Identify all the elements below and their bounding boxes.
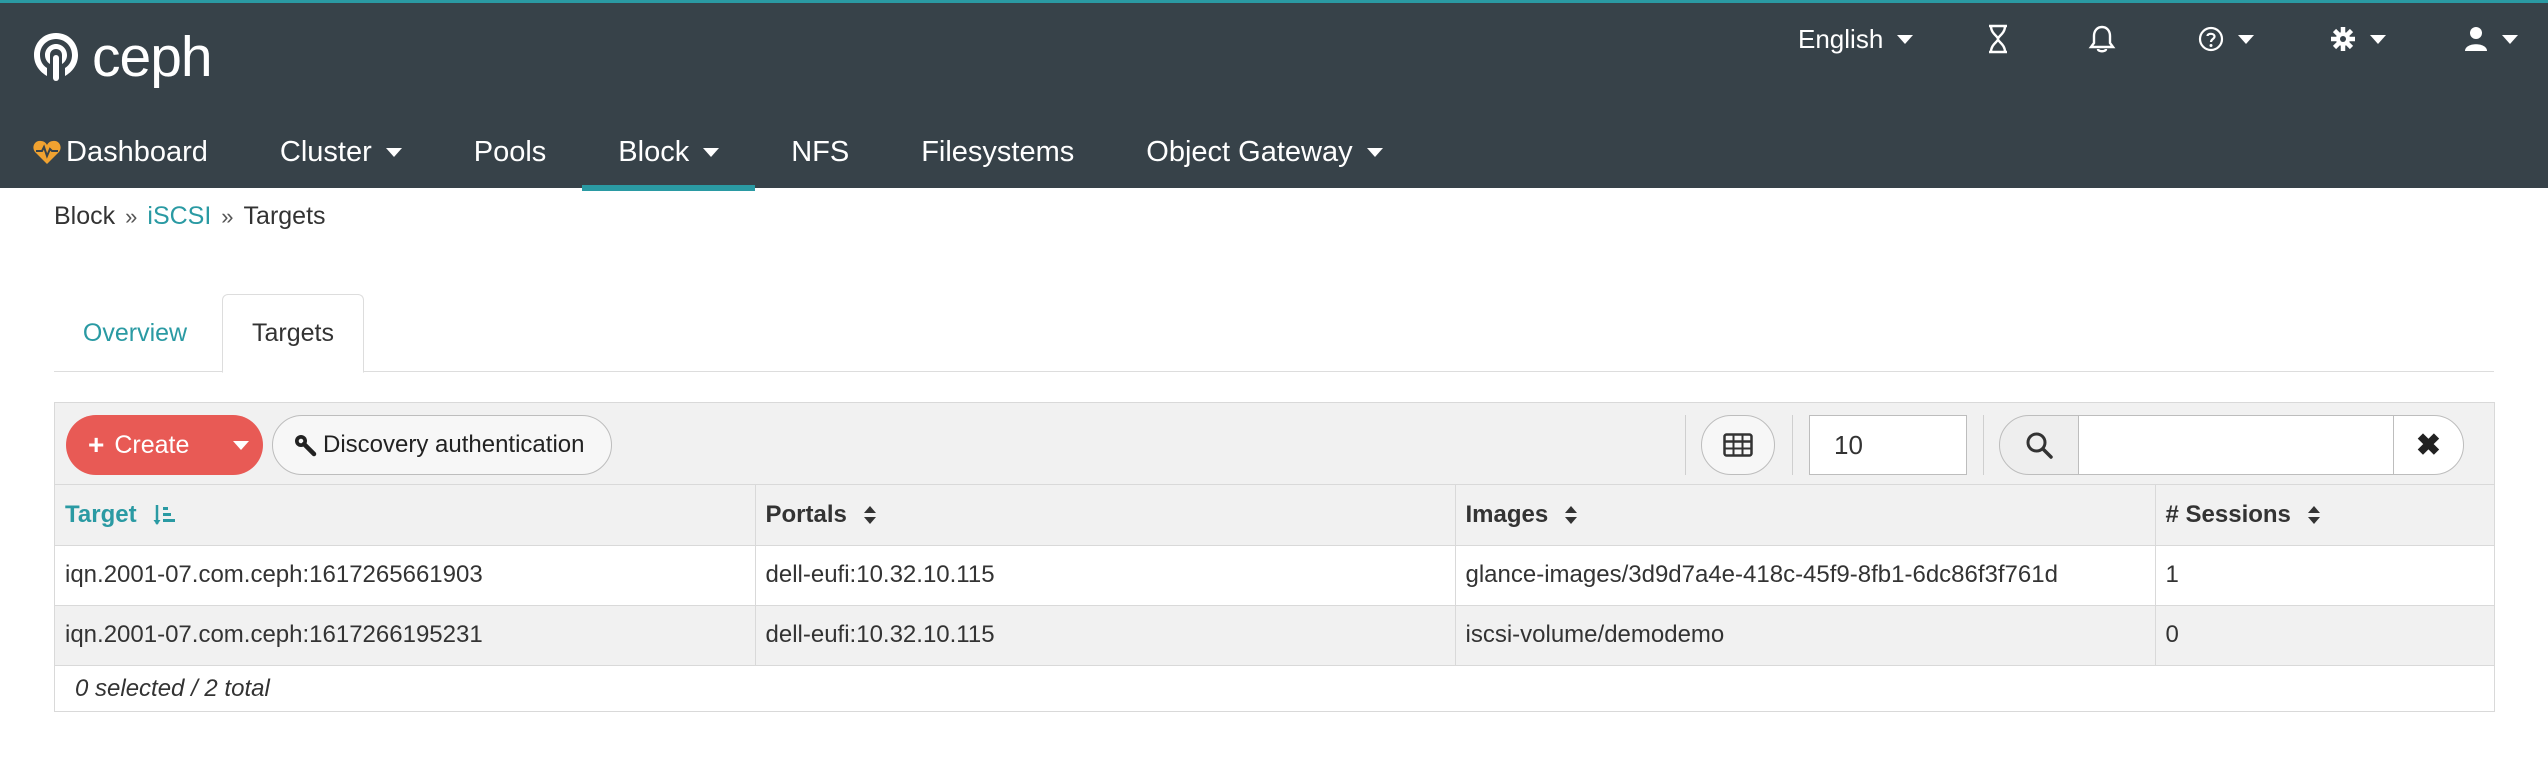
nav-block-label: Block [618,135,690,168]
toolbar-divider [1983,415,1984,475]
gear-icon [2331,27,2355,51]
breadcrumb: Block » iSCSI » Targets [54,202,326,231]
targets-table: Target Portals Images # Sessions iqn.200… [55,485,2494,666]
main-navigation: Dashboard Cluster Pools Block NFS Filesy… [0,113,1419,191]
nav-cluster[interactable]: Cluster [244,113,438,191]
chevron-down-icon [1897,34,1914,44]
tab-overview-label: Overview [82,318,188,347]
cell-portals: dell-eufi:10.32.10.115 [755,605,1456,666]
toolbar-divider [1792,415,1793,475]
table-row[interactable]: iqn.2001-07.com.ceph:1617265661903 dell-… [55,545,2494,606]
nav-filesystems-label: Filesystems [921,135,1075,168]
heartbeat-icon [33,140,61,164]
cell-images: glance-images/3d9d7a4e-418c-45f9-8fb1-6d… [1455,545,2156,606]
nav-dashboard-label: Dashboard [66,135,208,168]
selection-summary: 0 selected / 2 total [75,675,270,702]
cell-images: iscsi-volume/demodemo [1455,605,2156,666]
search-addon [1999,415,2079,475]
search-input[interactable] [2078,415,2394,475]
table-columns-icon [1723,433,1753,457]
create-button[interactable]: + Create [66,415,263,475]
ceph-logo[interactable]: ceph [30,25,213,89]
tab-targets[interactable]: Targets [222,294,364,373]
tab-overview[interactable]: Overview [54,294,216,372]
running-tasks-button[interactable] [1986,17,2010,61]
nav-nfs[interactable]: NFS [755,113,885,191]
column-selector-button[interactable] [1701,415,1775,475]
top-navbar: ceph English Dashboard Cluster Pools Blo… [0,0,2548,191]
column-header-portals[interactable]: Portals [755,485,1456,546]
discovery-authentication-button[interactable]: Discovery authentication [272,415,612,475]
ceph-logo-icon [34,33,78,81]
tab-targets-label: Targets [252,319,334,347]
column-header-label: Portals [765,500,847,528]
cell-sessions: 0 [2155,605,2494,666]
sort-icon [863,505,876,524]
column-header-label: # Sessions [2165,500,2291,528]
plus-icon: + [88,429,105,460]
nav-cluster-label: Cluster [279,135,372,168]
toolbar-divider [1685,415,1686,475]
chevron-down-icon [1366,147,1383,157]
chevron-down-icon [385,147,402,157]
nav-pools[interactable]: Pools [438,113,583,191]
nav-dashboard[interactable]: Dashboard [0,113,244,191]
table-toolbar: + Create Discovery authentication 10 ✖ [55,403,2494,485]
nav-object-gateway[interactable]: Object Gateway [1110,113,1418,191]
sort-icon [2307,505,2320,524]
column-header-sessions[interactable]: # Sessions [2155,485,2494,546]
help-icon [2198,26,2224,52]
nav-object-gateway-label: Object Gateway [1146,135,1353,168]
cell-target: iqn.2001-07.com.ceph:1617265661903 [55,545,756,606]
clear-search-button[interactable]: ✖ [2393,415,2464,475]
user-menu[interactable] [2464,17,2518,61]
targets-table-panel: + Create Discovery authentication 10 ✖ T… [54,402,2495,712]
language-selector[interactable]: English [1798,17,1914,61]
chevron-down-icon [2502,34,2518,44]
cell-target: iqn.2001-07.com.ceph:1617266195231 [55,605,756,666]
hourglass-icon [1989,24,2007,54]
table-footer: 0 selected / 2 total [55,667,2494,711]
column-header-label: Images [1465,500,1549,528]
breadcrumb-targets: Targets [243,202,326,230]
bell-icon [2088,25,2116,53]
column-header-target[interactable]: Target [55,485,756,546]
sort-icon [1565,505,1578,524]
double-chevron-right-icon: » [125,203,138,229]
nav-pools-label: Pools [473,135,547,168]
user-icon [2465,27,2487,51]
create-button-label: Create [114,430,190,459]
nav-filesystems[interactable]: Filesystems [885,113,1110,191]
wrench-icon [295,435,317,457]
create-dropdown-toggle[interactable] [218,415,263,475]
column-header-label: Target [65,500,137,528]
discovery-authentication-label: Discovery authentication [323,431,585,458]
sort-ascending-icon [153,504,175,525]
page-size-input[interactable]: 10 [1809,415,1967,475]
nav-nfs-label: NFS [791,135,850,168]
brand-name: ceph [92,25,213,89]
chevron-down-icon [2370,34,2386,44]
table-row[interactable]: iqn.2001-07.com.ceph:1617266195231 dell-… [55,605,2494,666]
tab-bar: Overview Targets [54,294,2494,373]
table-header-row: Target Portals Images # Sessions [55,485,2494,546]
help-menu[interactable] [2198,17,2254,61]
notifications-button[interactable] [2088,17,2116,61]
close-icon: ✖ [2415,428,2442,462]
breadcrumb-iscsi-link[interactable]: iSCSI [147,202,211,231]
breadcrumb-block: Block [54,202,116,230]
search-group: ✖ [1999,415,2464,475]
cell-sessions: 1 [2155,545,2494,606]
chevron-down-icon [232,440,249,450]
chevron-down-icon [703,147,720,157]
language-label: English [1798,23,1884,54]
cell-portals: dell-eufi:10.32.10.115 [755,545,1456,606]
settings-menu[interactable] [2330,17,2386,61]
nav-block[interactable]: Block [582,113,756,191]
column-header-images[interactable]: Images [1455,485,2156,546]
double-chevron-right-icon: » [221,203,234,229]
search-icon [2026,432,2053,459]
chevron-down-icon [2238,34,2254,44]
